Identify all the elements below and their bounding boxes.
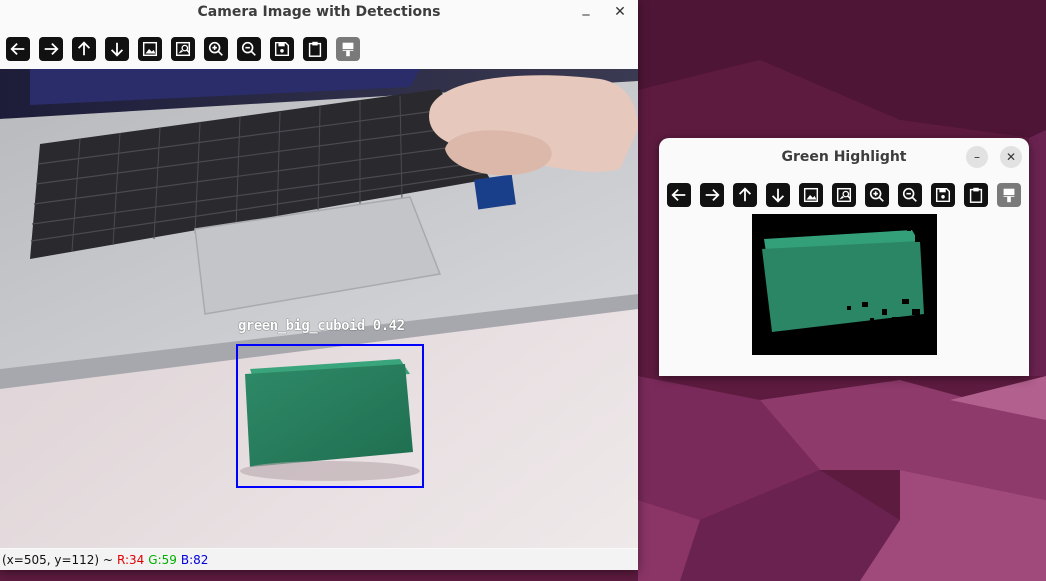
properties-button[interactable]	[997, 183, 1021, 207]
clipboard-icon	[308, 41, 322, 57]
cursor-coords: (x=505, y=112) ~	[2, 552, 113, 567]
arrow-up-icon	[738, 187, 752, 202]
copy-clipboard-button[interactable]	[303, 37, 327, 61]
arrow-right-icon	[705, 188, 720, 202]
pan-down-button[interactable]	[105, 37, 129, 61]
save-button[interactable]	[931, 183, 955, 207]
copy-clipboard-button[interactable]	[964, 183, 988, 207]
arrow-left-icon	[671, 188, 686, 202]
pan-up-button[interactable]	[72, 37, 96, 61]
zoom-out-icon	[902, 187, 917, 202]
close-icon: ✕	[614, 4, 626, 20]
paint-brush-icon	[1003, 188, 1015, 203]
image-info-button[interactable]	[832, 183, 856, 207]
green-mask-image	[752, 214, 937, 355]
paint-brush-icon	[342, 42, 354, 57]
save-button[interactable]	[270, 37, 294, 61]
zoom-out-button[interactable]	[898, 183, 922, 207]
close-button[interactable]: ✕	[610, 2, 630, 22]
image-info-button[interactable]	[171, 37, 195, 61]
properties-button[interactable]	[336, 37, 360, 61]
image-search-icon	[175, 41, 191, 57]
main-toolbar	[6, 37, 369, 61]
zoom-out-button[interactable]	[237, 37, 261, 61]
minimize-icon: _	[582, 0, 590, 16]
pan-up-button[interactable]	[733, 183, 757, 207]
fit-image-button[interactable]	[799, 183, 823, 207]
forward-button[interactable]	[700, 183, 724, 207]
save-icon	[935, 187, 951, 203]
back-button[interactable]	[6, 37, 30, 61]
back-button[interactable]	[667, 183, 691, 207]
pixel-green-value: G:59	[148, 552, 177, 567]
arrow-down-icon	[771, 188, 785, 203]
minimize-button[interactable]: –	[966, 146, 988, 168]
arrow-left-icon	[10, 42, 25, 56]
forward-button[interactable]	[39, 37, 63, 61]
minimize-icon: –	[974, 150, 980, 164]
highlight-toolbar	[667, 183, 1030, 207]
zoom-in-icon	[208, 41, 223, 56]
arrow-down-icon	[110, 42, 124, 57]
minimize-button[interactable]: _	[576, 0, 596, 22]
zoom-in-icon	[869, 187, 884, 202]
window-title: Camera Image with Detections	[197, 4, 441, 20]
zoom-in-button[interactable]	[865, 183, 889, 207]
detection-label: green_big_cuboid 0.42	[238, 318, 405, 334]
green-highlight-window: Green Highlight – ✕	[659, 138, 1029, 376]
window-title: Green Highlight	[781, 149, 907, 165]
fit-image-button[interactable]	[138, 37, 162, 61]
image-search-icon	[836, 187, 852, 203]
arrow-up-icon	[77, 41, 91, 56]
save-icon	[274, 41, 290, 57]
close-icon: ✕	[1005, 150, 1017, 164]
pixel-red-value: R:34	[116, 552, 145, 567]
zoom-out-icon	[241, 41, 256, 56]
pan-down-button[interactable]	[766, 183, 790, 207]
zoom-in-button[interactable]	[204, 37, 228, 61]
camera-image-window: Camera Image with Detections _ ✕ green_b…	[0, 0, 638, 570]
camera-image-canvas[interactable]: green_big_cuboid 0.42	[0, 69, 638, 548]
image-icon	[803, 187, 819, 203]
status-bar: (x=505, y=112) ~ R:34 G:59 B:82	[0, 549, 638, 570]
arrow-right-icon	[44, 42, 59, 56]
pixel-blue-value: B:82	[180, 552, 209, 567]
camera-image	[0, 69, 638, 548]
green-mask-canvas[interactable]	[752, 214, 937, 355]
image-icon	[142, 41, 158, 57]
window-titlebar[interactable]: Camera Image with Detections	[0, 0, 638, 24]
close-button[interactable]: ✕	[1000, 146, 1022, 168]
clipboard-icon	[969, 187, 983, 203]
